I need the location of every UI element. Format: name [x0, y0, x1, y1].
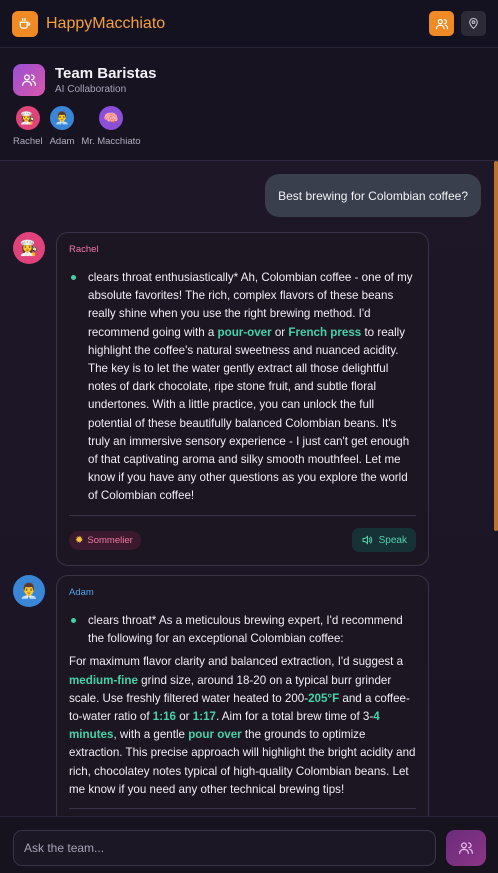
- member-name: Mr. Macchiato: [81, 136, 141, 147]
- member-mr-macchiato[interactable]: 🧠 Mr. Macchiato: [81, 106, 141, 147]
- team-button[interactable]: [429, 11, 454, 36]
- bullet-dot: [71, 618, 76, 623]
- map-pin-icon: [469, 17, 478, 30]
- avatar: 👨‍💼: [49, 106, 74, 130]
- team-users-icon: [13, 64, 45, 96]
- highlight-term: pour-over: [217, 325, 272, 339]
- input-bar: [0, 816, 498, 873]
- message-bullet: clears throat enthusiastically* Ah, Colo…: [69, 269, 416, 506]
- message-text: clears throat enthusiastically* Ah, Colo…: [88, 271, 413, 503]
- highlight-term: French press: [288, 325, 362, 339]
- team-header: Team Baristas AI Collaboration 👩‍🍳 Rache…: [0, 48, 498, 161]
- avatar: 👨‍💼: [13, 575, 45, 607]
- ask-input[interactable]: [13, 830, 436, 866]
- message-divider: [69, 808, 416, 810]
- team-members: 👩‍🍳 Rachel 👨‍💼 Adam 🧠 Mr. Macchiato: [13, 106, 148, 147]
- user-message: Best brewing for Colombian coffee?: [265, 174, 481, 217]
- message-text: clears throat* As a meticulous brewing e…: [88, 614, 403, 646]
- chat-area[interactable]: Best brewing for Colombian coffee? 👩‍🍳 R…: [0, 161, 498, 816]
- users-icon: [435, 18, 448, 29]
- avatar: 👩‍🍳: [13, 232, 45, 264]
- message-footer: ✹ Sommelier Speak: [69, 514, 416, 565]
- top-bar: HappyMacchiato: [0, 0, 498, 48]
- highlight-term: 1:17: [192, 710, 216, 724]
- member-name: Rachel: [13, 136, 43, 147]
- member-rachel[interactable]: 👩‍🍳 Rachel: [13, 106, 43, 147]
- message-sender: Rachel: [69, 244, 99, 255]
- team-subtitle: AI Collaboration: [55, 84, 127, 95]
- member-name: Adam: [49, 136, 75, 147]
- message-card-adam: Adam clears throat* As a meticulous brew…: [56, 575, 429, 816]
- message-bullet: clears throat* As a meticulous brewing e…: [69, 612, 416, 648]
- highlight-term: pour over: [188, 728, 242, 742]
- message-paragraph: For maximum flavor clarity and balanced …: [69, 655, 416, 796]
- avatar: 🧠: [98, 106, 123, 130]
- highlight-term: medium-fine: [69, 673, 138, 687]
- app-title: HappyMacchiato: [46, 14, 166, 32]
- avatar: 👩‍🍳: [15, 106, 40, 130]
- speak-button[interactable]: Speak: [351, 528, 416, 553]
- bullet-dot: [71, 275, 76, 280]
- coffee-cup-icon: [12, 10, 38, 37]
- location-button[interactable]: [461, 11, 486, 36]
- speaker-icon: [362, 535, 372, 545]
- member-adam[interactable]: 👨‍💼 Adam: [49, 106, 75, 147]
- role-badge: ✹ Sommelier: [69, 530, 141, 550]
- users-icon: [459, 842, 473, 854]
- highlight-term: 205°F: [308, 691, 340, 705]
- message-card-rachel: Rachel clears throat enthusiastically* A…: [56, 232, 429, 566]
- highlight-term: 1:16: [152, 710, 176, 724]
- scrollbar[interactable]: [494, 161, 498, 531]
- sparkle-icon: ✹: [75, 534, 84, 546]
- team-name: Team Baristas: [55, 65, 157, 82]
- message-sender: Adam: [69, 587, 94, 598]
- send-button[interactable]: [446, 830, 486, 866]
